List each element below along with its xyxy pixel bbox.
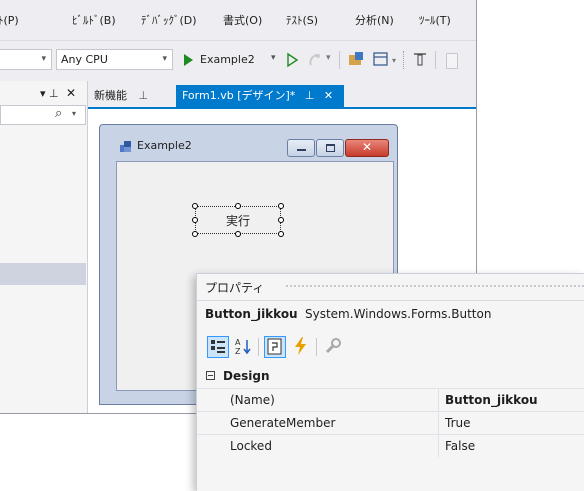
toolbar-separator <box>258 338 259 356</box>
search-icon: ⌕ <box>55 106 63 121</box>
menu-build[interactable]: ﾋﾞﾙﾄﾞ(B) <box>72 12 116 28</box>
start-button[interactable]: Example2 ▾ <box>181 49 285 71</box>
properties-panel: プロパティ Button_jikkou System.Windows.Forms… <box>196 273 584 491</box>
resize-handle[interactable] <box>278 217 284 223</box>
platform-label: Any CPU <box>61 53 108 66</box>
run-target-label: Example2 <box>200 53 255 66</box>
title-bar-grip <box>285 284 584 289</box>
start-without-debugging-icon[interactable] <box>285 49 299 71</box>
category-design-row[interactable]: Design <box>197 365 584 387</box>
resize-handle[interactable] <box>278 203 284 209</box>
minimize-icon <box>297 149 306 151</box>
collapse-icon[interactable] <box>206 371 215 380</box>
property-row[interactable]: GenerateMember True <box>197 411 584 434</box>
menu-project[interactable]: ﾄ(P) <box>0 12 19 28</box>
property-name: (Name) <box>230 393 275 407</box>
svg-text:Z: Z <box>235 347 241 356</box>
toolbar: ▾ Any CPU ▾ Example2 ▾ ▾ ▾ <box>0 40 476 82</box>
resize-handle[interactable] <box>278 231 284 237</box>
search-input[interactable]: ⌕ ▾ <box>0 105 86 125</box>
toolbar-separator <box>339 51 340 69</box>
lightning-icon <box>295 337 306 355</box>
close-button[interactable]: ✕ <box>345 139 389 157</box>
menu-tools[interactable]: ﾂｰﾙ(T) <box>419 12 451 28</box>
property-grid: Design (Name) Button_jikkou GenerateMemb… <box>197 363 584 491</box>
document-tab-bar: 新機能 ⊥ Form1.vb [デザイン]* ⊥ ✕ <box>88 81 476 107</box>
minimize-button[interactable] <box>287 139 315 157</box>
align-tops-icon[interactable] <box>412 49 428 71</box>
tab-whats-new[interactable]: 新機能 ⊥ <box>88 85 168 107</box>
chevron-down-icon: ▾ <box>162 54 167 64</box>
tab-form1-designer[interactable]: Form1.vb [デザイン]* ⊥ ✕ <box>176 85 344 107</box>
tab-label: Form1.vb [デザイン]* <box>182 89 296 102</box>
toolbar-grip <box>403 51 407 69</box>
pin-icon[interactable]: ⊥ <box>139 89 149 102</box>
resize-handle[interactable] <box>192 217 198 223</box>
tab-label: 新機能 <box>94 89 127 102</box>
svg-text:A: A <box>235 338 241 347</box>
platform-combo[interactable]: Any CPU ▾ <box>56 49 173 70</box>
resize-handle[interactable] <box>235 231 241 237</box>
toolbar-item-truncated[interactable] <box>446 53 458 69</box>
configuration-combo[interactable]: ▾ <box>0 49 52 70</box>
resize-handle[interactable] <box>192 203 198 209</box>
button-jikkou-label: 実行 <box>225 214 250 228</box>
pin-icon[interactable]: ⊥ <box>305 89 315 102</box>
property-name: GenerateMember <box>230 416 336 430</box>
toolbar-separator <box>316 338 317 356</box>
events-view-button[interactable] <box>291 336 313 358</box>
property-value[interactable]: True <box>445 412 471 434</box>
form-app-icon <box>120 141 131 152</box>
selected-object-type: System.Windows.Forms.Button <box>305 307 492 321</box>
property-value[interactable]: False <box>445 435 475 457</box>
property-name: Locked <box>230 439 272 453</box>
browse-folder-icon[interactable] <box>347 49 365 71</box>
menu-debug[interactable]: ﾃﾞﾊﾞｯｸﾞ(D) <box>141 12 197 28</box>
selected-object-row[interactable]: Button_jikkou System.Windows.Forms.Butto… <box>197 300 584 331</box>
properties-toolbar: A Z <box>197 331 584 363</box>
maximize-icon <box>326 144 335 152</box>
chevron-down-icon: ▾ <box>72 109 77 118</box>
play-icon <box>184 54 193 66</box>
toolbar-separator <box>435 51 436 69</box>
selected-object-name: Button_jikkou <box>205 307 298 321</box>
chevron-down-icon: ▾ <box>271 53 276 63</box>
menu-test[interactable]: ﾃｽﾄ(S) <box>286 12 318 28</box>
menu-bar: ﾄ(P) ﾋﾞﾙﾄﾞ(B) ﾃﾞﾊﾞｯｸﾞ(D) 書式(O) ﾃｽﾄ(S) 分析… <box>0 0 476 40</box>
chevron-down-icon[interactable]: ▾ <box>392 56 396 65</box>
menu-analyze[interactable]: 分析(N) <box>355 12 394 28</box>
hot-reload-icon[interactable] <box>306 49 324 71</box>
resize-handle[interactable] <box>235 203 241 209</box>
alphabetical-view-button[interactable]: A Z <box>233 336 255 358</box>
form-title: Example2 <box>137 139 192 152</box>
wrench-icon <box>325 338 341 354</box>
property-pages-icon <box>267 338 282 355</box>
property-row[interactable]: (Name) Button_jikkou <box>197 388 584 411</box>
properties-title: プロパティ <box>205 281 265 295</box>
property-row[interactable]: Locked False <box>197 434 584 457</box>
categorized-icon <box>211 340 225 353</box>
close-icon[interactable]: ✕ <box>324 89 333 102</box>
property-pages-button[interactable] <box>323 336 345 358</box>
properties-title-bar: プロパティ <box>197 274 584 300</box>
pin-icon[interactable]: ▾ ⊥ <box>40 87 59 100</box>
properties-view-button[interactable] <box>264 336 286 358</box>
category-label: Design <box>223 369 270 383</box>
property-value[interactable]: Button_jikkou <box>445 389 538 411</box>
menu-format[interactable]: 書式(O) <box>223 12 262 28</box>
chevron-down-icon: ▾ <box>41 54 46 64</box>
sort-alphabetical-icon: A Z <box>235 338 251 356</box>
close-icon: ✕ <box>362 140 373 154</box>
categorized-view-button[interactable] <box>207 336 229 358</box>
button-jikkou[interactable]: 実行 <box>195 206 281 234</box>
resize-handle[interactable] <box>192 231 198 237</box>
selected-tree-item[interactable] <box>0 263 86 285</box>
solution-explorer-panel: ▾ ⊥ ✕ ⌕ ▾ <box>0 81 88 413</box>
window-layout-icon[interactable] <box>372 49 390 71</box>
close-icon[interactable]: ✕ <box>66 86 76 100</box>
maximize-button[interactable] <box>316 139 344 157</box>
chevron-down-icon[interactable]: ▾ <box>326 53 331 63</box>
